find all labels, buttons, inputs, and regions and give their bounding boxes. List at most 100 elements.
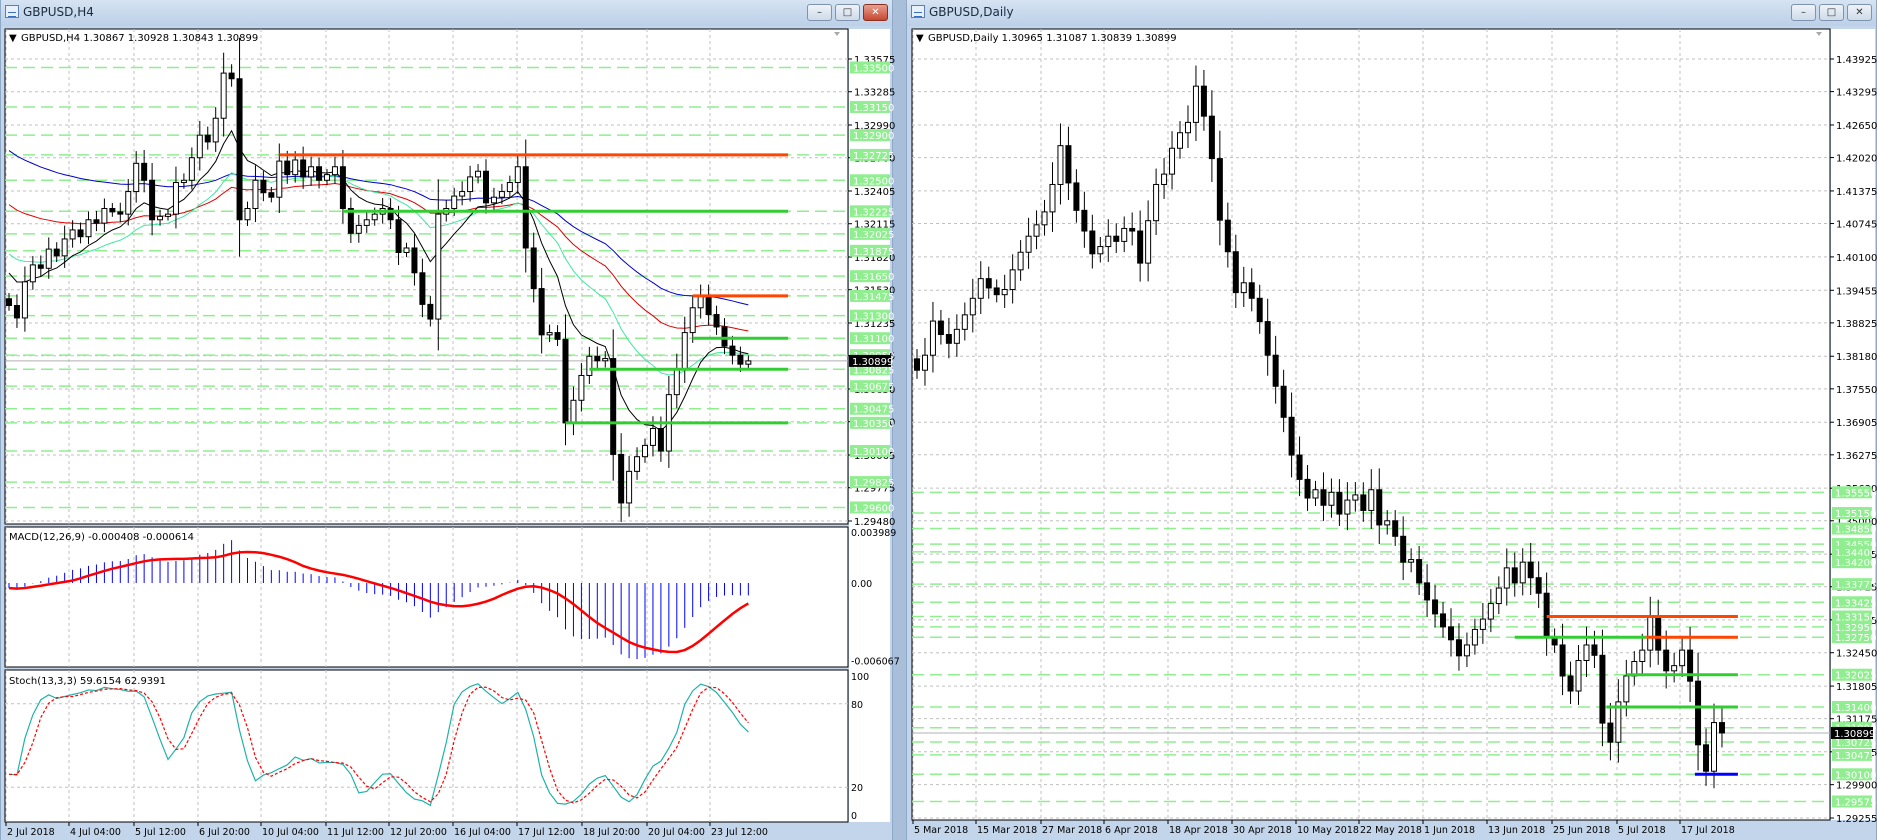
chart-header: GBPUSD,Daily 1.30965 1.31087 1.30839 1.3…	[928, 33, 1177, 44]
candle-bearish	[1607, 722, 1614, 743]
candle-bearish	[914, 358, 920, 371]
candle-bearish	[339, 166, 346, 209]
candle-bullish	[1057, 145, 1064, 185]
candle-bullish	[308, 166, 315, 178]
candle-bullish	[292, 159, 299, 176]
price-axis-label: 1.40100	[1836, 253, 1877, 264]
candle-bullish	[1575, 659, 1582, 692]
candle-bearish	[37, 264, 44, 269]
candle-bearish	[236, 78, 243, 221]
candle-bullish	[1471, 628, 1478, 646]
candle-bearish	[1248, 282, 1255, 299]
candle-bullish	[506, 182, 513, 193]
stoch-axis-label: 100	[851, 672, 869, 683]
candle-bullish	[1177, 132, 1184, 149]
candle-bullish	[69, 229, 76, 240]
candle-bearish	[993, 287, 1000, 296]
time-axis-label: 18 Apr 2018	[1169, 825, 1228, 836]
macd-label: MACD(12,26,9) -0.000408 -0.000614	[9, 532, 194, 543]
candle-bearish	[109, 207, 116, 213]
level-label: 1.30675	[853, 382, 894, 393]
candle-bullish	[1017, 251, 1024, 271]
time-axis-label: 4 Jul 04:00	[70, 827, 121, 838]
candle-bullish	[165, 213, 171, 217]
candle-bullish	[1049, 183, 1056, 213]
level-label: 1.32225	[853, 207, 894, 218]
candle-bullish	[1503, 567, 1510, 589]
macd-pane: MACD(12,26,9) -0.000408 -0.000614 0.00398…	[4, 526, 900, 668]
level-label: 1.30100	[1835, 770, 1876, 781]
candle-bearish	[1232, 251, 1239, 294]
candle-bullish	[324, 174, 330, 181]
price-axis-label: 1.43295	[1836, 88, 1877, 99]
time-axis-label: 5 Jul 12:00	[135, 827, 186, 838]
candle-bearish	[117, 211, 124, 215]
candle-bullish	[626, 470, 633, 504]
time-axis-label: 2 Jul 2018	[7, 827, 55, 838]
candle-bullish	[435, 213, 442, 320]
candle-bullish	[1105, 235, 1112, 248]
candle-bearish	[228, 72, 235, 80]
candle-bearish	[1129, 227, 1136, 232]
candle-bearish	[300, 159, 307, 178]
candle-bullish	[1009, 269, 1016, 291]
price-axis-label: 1.43925	[1836, 55, 1877, 66]
candle-bearish	[522, 166, 529, 249]
candle-bearish	[149, 179, 156, 221]
candle-bullish	[125, 191, 132, 215]
level-label: 1.32500	[853, 176, 894, 187]
price-axis-label: 1.39455	[1836, 286, 1877, 297]
candle-bullish	[371, 213, 378, 221]
candle-bearish	[1703, 744, 1710, 772]
candle-bullish	[133, 162, 140, 193]
level-label: 1.31300	[853, 312, 894, 323]
time-axis-label: 17 Jul 12:00	[518, 827, 575, 838]
candle-bullish	[578, 374, 585, 401]
candle-bullish	[467, 176, 474, 193]
candle-bearish	[1272, 354, 1279, 387]
candle-bearish	[1208, 115, 1215, 160]
candle-bullish	[1487, 603, 1494, 620]
candle-bearish	[1296, 454, 1303, 480]
plot-area	[911, 28, 1831, 821]
candle-bearish	[1288, 416, 1295, 456]
candle-bullish	[403, 247, 410, 253]
candle-bullish	[498, 191, 505, 198]
candle-bearish	[6, 298, 12, 307]
candle-bullish	[490, 196, 497, 204]
price-axis-label: 1.29480	[854, 517, 895, 528]
candle-bullish	[1121, 227, 1128, 242]
candle-bullish	[1001, 289, 1008, 296]
candle-bearish	[316, 166, 323, 181]
candle-bearish	[1559, 644, 1566, 677]
candle-bearish	[1663, 649, 1670, 672]
time-axis-label: 11 Jul 12:00	[327, 827, 384, 838]
candle-bullish	[363, 219, 370, 226]
candle-bullish	[451, 195, 458, 209]
candle-bearish	[1527, 561, 1534, 579]
price-axis-label: 1.29255	[1836, 814, 1877, 825]
price-axis-label: 1.37550	[1836, 385, 1877, 396]
time-axis-label: 6 Apr 2018	[1105, 825, 1158, 836]
level-label: 1.31475	[853, 292, 894, 303]
candle-bullish	[642, 444, 648, 458]
time-axis-label: 18 Jul 20:00	[583, 827, 640, 838]
price-axis-label: 1.42650	[1836, 121, 1877, 132]
candle-bullish	[1240, 282, 1247, 294]
candle-bullish	[921, 354, 928, 371]
candle-bearish	[93, 219, 100, 224]
candle-bearish	[562, 338, 569, 424]
candle-bullish	[1647, 615, 1654, 651]
time-axis-label: 30 Apr 2018	[1233, 825, 1292, 836]
charts-canvas[interactable]: 1.335751.332851.329901.327001.324051.321…	[0, 0, 1877, 840]
candle-bullish	[546, 332, 553, 336]
candle-bearish	[1113, 235, 1120, 242]
candle-bullish	[1192, 85, 1199, 123]
level-label: 1.31875	[853, 247, 894, 258]
candle-bearish	[1073, 182, 1080, 211]
price-axis-label: 1.36275	[1836, 451, 1877, 462]
current-price-label: 1.30899	[1834, 729, 1875, 740]
candle-bullish	[1033, 224, 1040, 237]
time-axis-label: 5 Jul 2018	[1618, 825, 1666, 836]
candle-bullish	[1097, 246, 1104, 255]
